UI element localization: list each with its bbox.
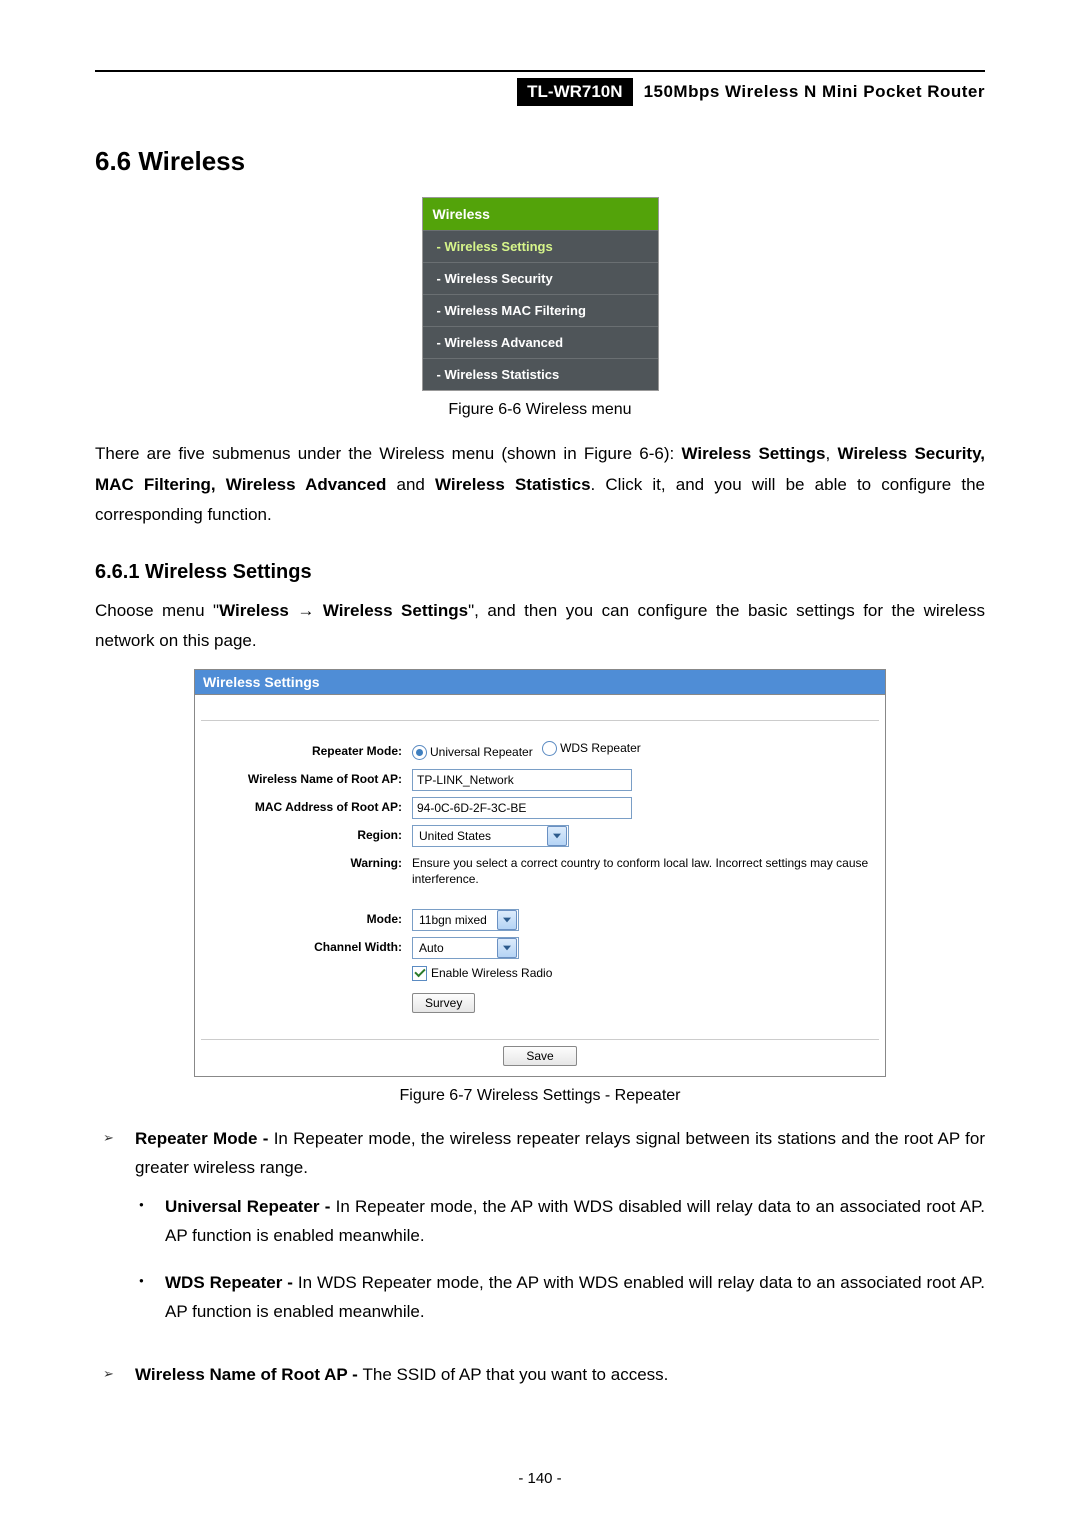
panel-title: Wireless Settings — [195, 670, 885, 695]
figure-caption-menu: Figure 6-6 Wireless menu — [95, 401, 985, 419]
label-repeater-mode: Repeater Mode: — [207, 741, 412, 758]
chevron-down-icon — [497, 938, 517, 958]
menu-item-wireless-statistics[interactable]: - Wireless Statistics — [423, 358, 658, 390]
subsection-intro: Choose menu "Wireless → Wireless Setting… — [95, 596, 985, 657]
arrow-icon: → — [289, 601, 323, 620]
menu-item-wireless-settings[interactable]: - Wireless Settings — [423, 230, 658, 262]
chevron-down-icon — [497, 910, 517, 930]
definition-list: Repeater Mode - In Repeater mode, the wi… — [95, 1125, 985, 1405]
menu-item-wireless-security[interactable]: - Wireless Security — [423, 262, 658, 294]
model-badge: TL-WR710N — [517, 78, 632, 106]
label-channel-width: Channel Width: — [207, 937, 412, 954]
checkbox-enable-wireless-radio[interactable]: Enable Wireless Radio — [412, 966, 552, 981]
select-channel-width[interactable]: Auto — [412, 937, 519, 959]
input-mac-root[interactable] — [412, 797, 632, 819]
list-item: Universal Repeater - In Repeater mode, t… — [135, 1193, 985, 1269]
label-mac-root: MAC Address of Root AP: — [207, 797, 412, 814]
wireless-settings-panel: Wireless Settings Repeater Mode: Univers… — [194, 669, 886, 1077]
product-desc: 150Mbps Wireless N Mini Pocket Router — [644, 82, 985, 102]
menu-item-wireless-advanced[interactable]: - Wireless Advanced — [423, 326, 658, 358]
figure-caption-panel: Figure 6-7 Wireless Settings - Repeater — [95, 1087, 985, 1105]
intro-paragraph: There are five submenus under the Wirele… — [95, 439, 985, 531]
radio-wds-repeater[interactable]: WDS Repeater — [542, 741, 641, 756]
select-region[interactable]: United States — [412, 825, 569, 847]
section-title: 6.6 Wireless — [95, 146, 985, 177]
wireless-menu-figure: Wireless - Wireless Settings - Wireless … — [422, 197, 659, 391]
save-button[interactable]: Save — [503, 1046, 576, 1066]
doc-header: TL-WR710N 150Mbps Wireless N Mini Pocket… — [95, 78, 985, 106]
subsection-title: 6.6.1 Wireless Settings — [95, 561, 985, 584]
menu-header[interactable]: Wireless — [423, 198, 658, 230]
menu-item-wireless-mac-filtering[interactable]: - Wireless MAC Filtering — [423, 294, 658, 326]
input-wireless-name-root[interactable] — [412, 769, 632, 791]
radio-universal-repeater[interactable]: Universal Repeater — [412, 745, 533, 760]
list-item: Repeater Mode - In Repeater mode, the wi… — [95, 1125, 985, 1360]
page-number: - 140 - — [0, 1470, 1080, 1487]
list-item: Wireless Name of Root AP - The SSID of A… — [95, 1361, 985, 1406]
label-warning: Warning: — [207, 853, 412, 870]
list-item: WDS Repeater - In WDS Repeater mode, the… — [135, 1269, 985, 1345]
chevron-down-icon — [547, 826, 567, 846]
warning-text: Ensure you select a correct country to c… — [412, 853, 873, 887]
survey-button[interactable]: Survey — [412, 993, 475, 1013]
select-mode[interactable]: 11bgn mixed — [412, 909, 519, 931]
label-region: Region: — [207, 825, 412, 842]
label-mode: Mode: — [207, 909, 412, 926]
label-wireless-name-root: Wireless Name of Root AP: — [207, 769, 412, 786]
